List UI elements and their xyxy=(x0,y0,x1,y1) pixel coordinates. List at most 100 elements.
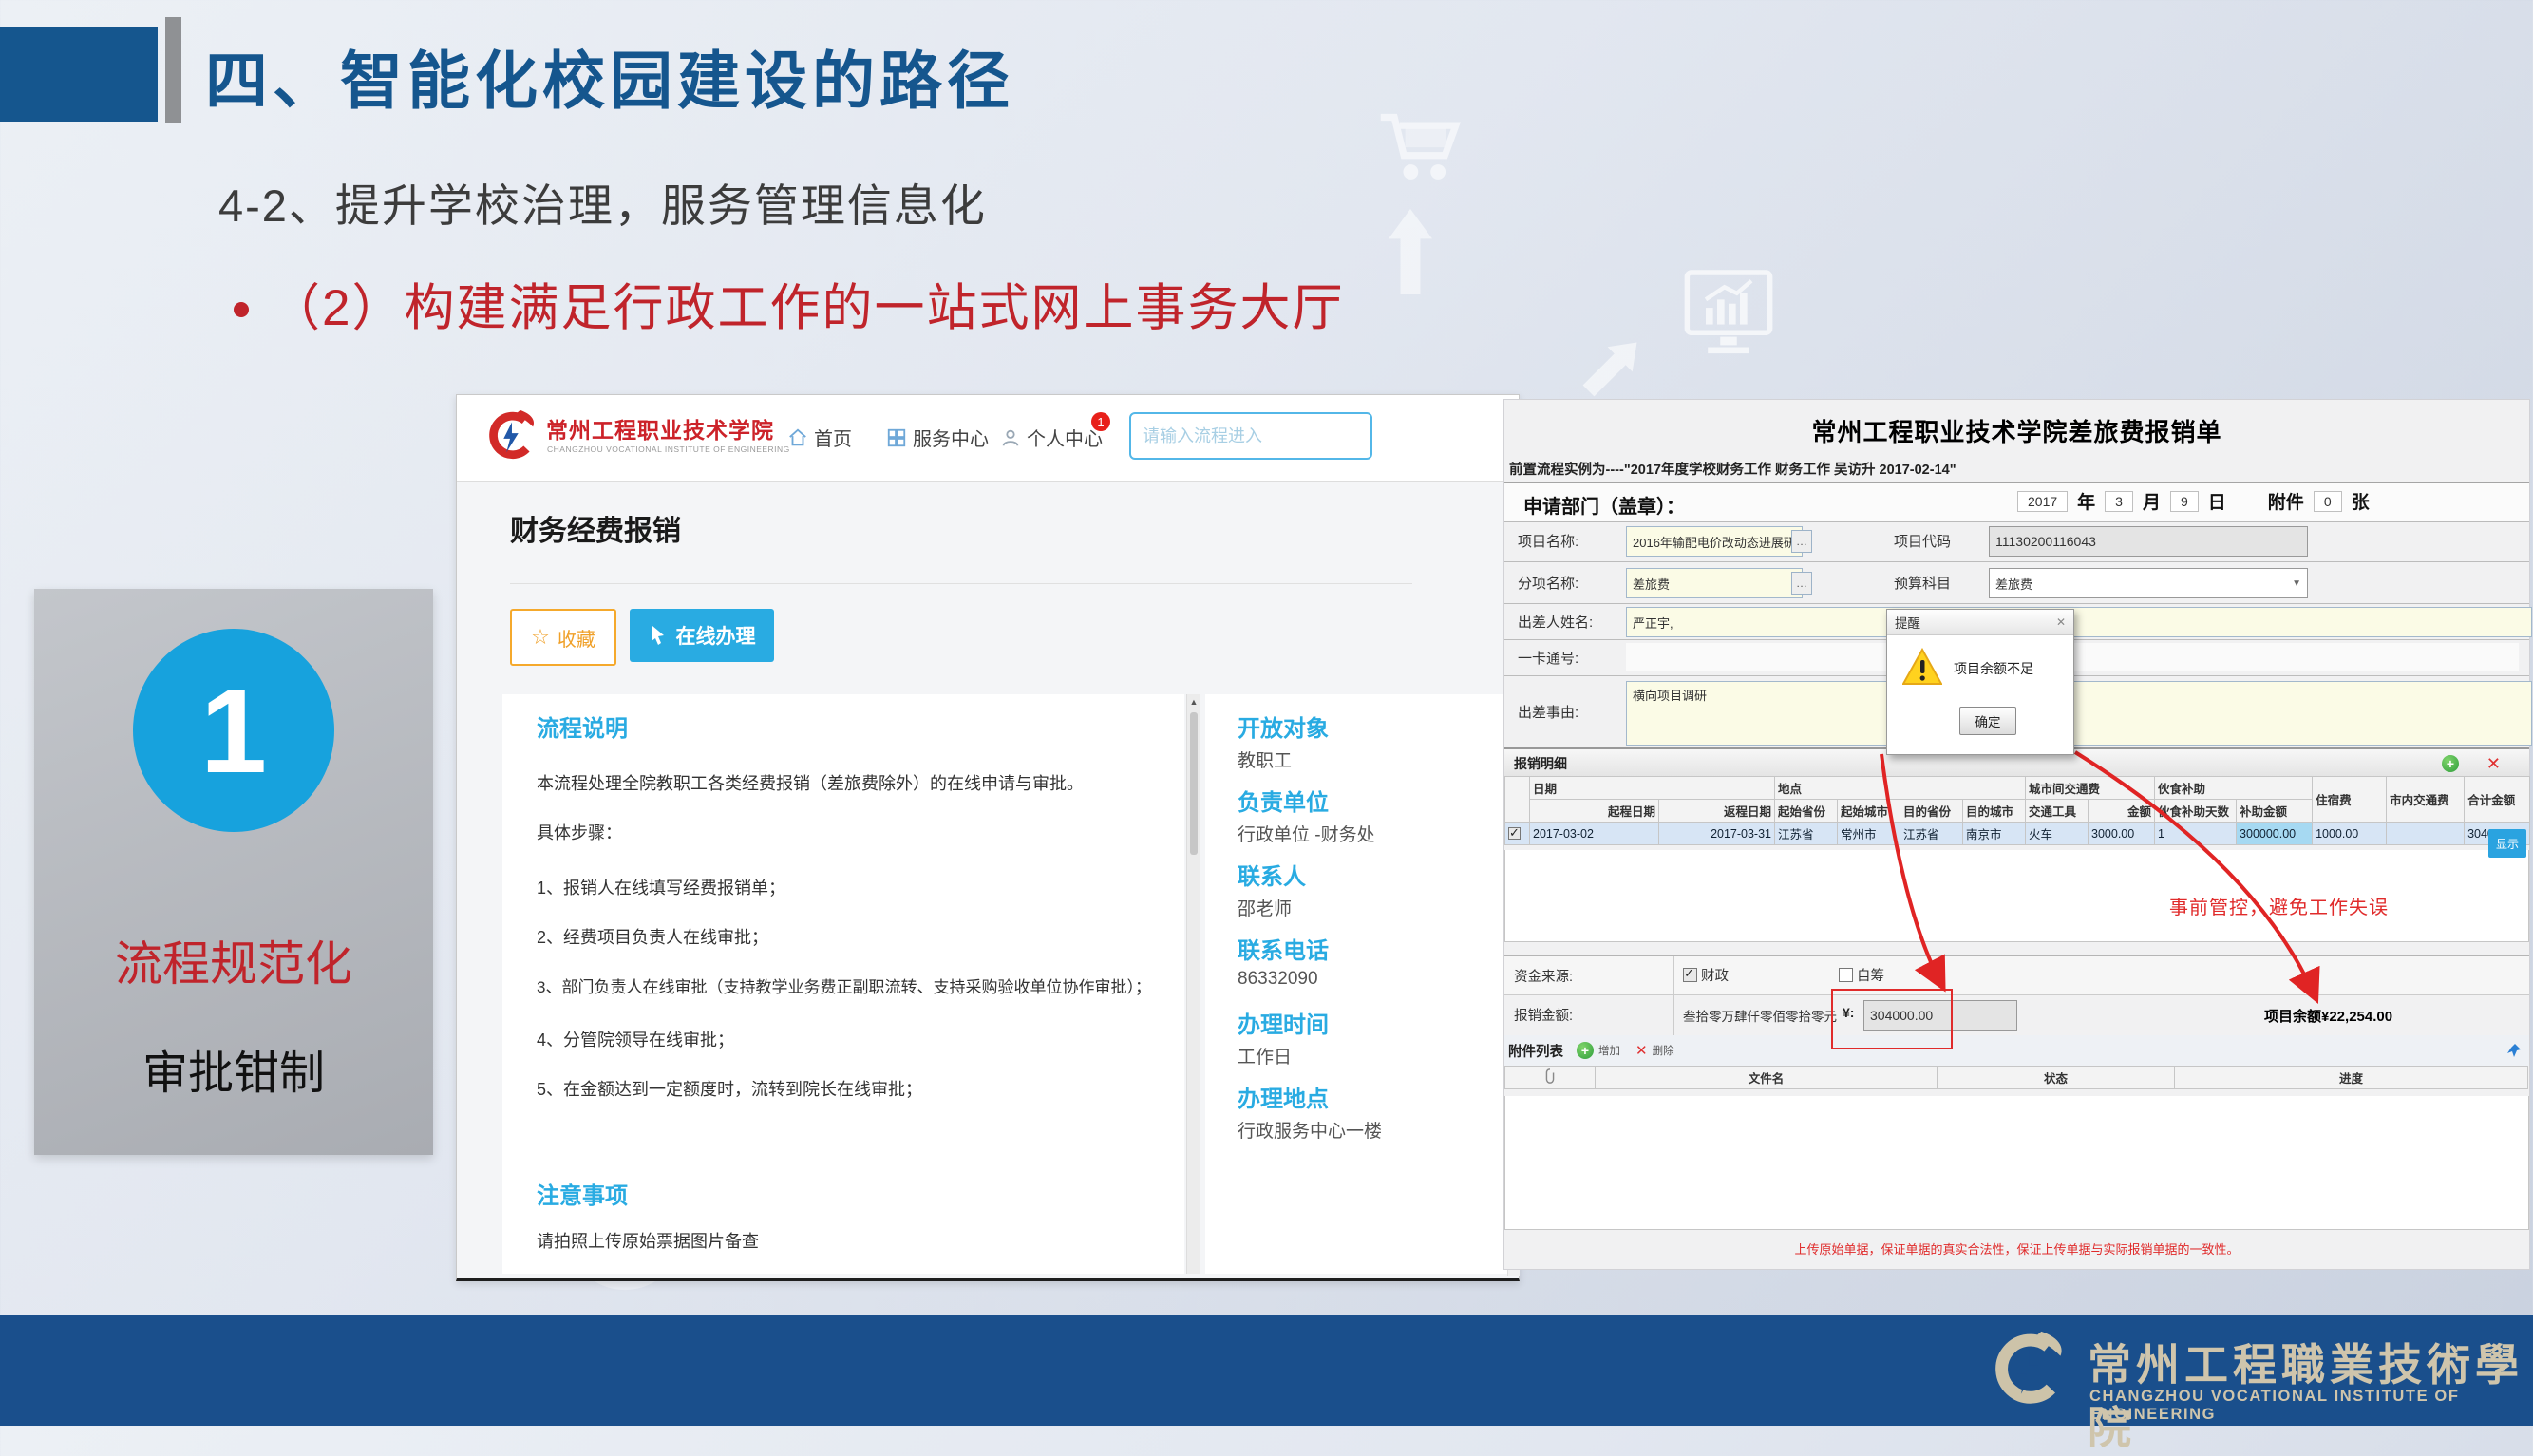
pin-icon[interactable] xyxy=(2506,1043,2522,1058)
dropdown-icon[interactable]: ▼ xyxy=(2292,578,2301,589)
budget-value: 差旅费 xyxy=(1995,575,2032,593)
project-code-field[interactable]: 11130200116043 xyxy=(1989,526,2308,557)
project-name-field[interactable]: 2016年输配电价改动态进展研究 xyxy=(1626,526,1803,557)
slide-footer: 常州工程職業技術學院 CHANGZHOU VOCATIONAL INSTITUT… xyxy=(0,1315,2533,1426)
traveler-label: 出差人姓名: xyxy=(1518,612,1593,632)
nav-personal-center[interactable]: 个人中心 xyxy=(1000,424,1103,451)
nav-home-label: 首页 xyxy=(814,424,852,451)
month-label: 月 xyxy=(2143,488,2161,514)
attachment-add-icon[interactable]: + xyxy=(1577,1042,1594,1059)
attach-count: 0 xyxy=(2314,491,2342,512)
info-value-contact: 邵老师 xyxy=(1238,895,1292,920)
process-panel: 流程说明 本流程处理全院教职工各类经费报销（差旅费除外）的在线申请与审批。 具体… xyxy=(502,694,1184,1274)
info-label-place: 办理地点 xyxy=(1238,1080,1329,1113)
popup-message: 项目余额不足 xyxy=(1954,659,2033,678)
col-city-transport: 市内交通费 xyxy=(2387,777,2465,823)
step-number: 1 xyxy=(200,662,267,800)
self-checkbox[interactable] xyxy=(1839,968,1853,982)
funding-label: 资金来源: xyxy=(1514,966,1573,986)
row-sub-name: 分项名称: 差旅费 … 预算科目 差旅费 ▼ xyxy=(1504,561,2529,604)
nav-service-label: 服务中心 xyxy=(913,424,989,451)
year-value: 2017 xyxy=(2017,491,2068,512)
info-value-open-to: 教职工 xyxy=(1238,747,1292,772)
sub-name-value: 差旅费 xyxy=(1633,575,1670,593)
scrollbar-thumb[interactable] xyxy=(1190,712,1198,855)
slide-subtitle: 4-2、提升学校治理，服务管理信息化 xyxy=(218,169,987,235)
popup-title: 提醒 xyxy=(1895,613,1920,632)
search-input[interactable] xyxy=(1131,426,1363,446)
attachment-delete-label[interactable]: 删除 xyxy=(1653,1043,1674,1058)
project-code-label: 项目代码 xyxy=(1894,531,1951,551)
cell-to-province: 江苏省 xyxy=(1900,823,1963,845)
step-label-2: 审批钳制 xyxy=(34,1035,433,1102)
attach-unit: 张 xyxy=(2352,488,2370,514)
attach-label: 附件 xyxy=(2268,488,2304,514)
portal-page-title: 财务经费报销 xyxy=(510,507,681,549)
notification-badge[interactable]: 1 xyxy=(1091,412,1110,431)
sub-name-label: 分项名称: xyxy=(1518,573,1578,593)
funding-option-self[interactable]: 自筹 xyxy=(1839,965,1884,985)
row-checkbox[interactable] xyxy=(1508,827,1521,840)
online-label: 在线办理 xyxy=(676,621,756,650)
amount-divider xyxy=(1673,993,1674,1035)
attachment-delete-icon[interactable]: ✕ xyxy=(1635,1042,1648,1059)
col-depart-date: 起程日期 xyxy=(1530,800,1659,823)
row-checkbox-cell[interactable] xyxy=(1505,823,1530,845)
reason-field[interactable]: 横向项目调研 xyxy=(1626,681,2532,746)
monitor-chart-icon xyxy=(1683,268,1774,369)
panel-scrollbar[interactable]: ▲ xyxy=(1186,694,1200,1274)
group-transport: 城市间交通费 xyxy=(2026,777,2155,800)
project-balance: 项目余额¥22,254.00 xyxy=(2264,1006,2392,1026)
diagonal-arrow-icon xyxy=(1578,332,1647,401)
funding-divider xyxy=(1673,956,1674,994)
up-arrow-icon xyxy=(1389,209,1432,294)
col-meal-subsidy: 补助金额 xyxy=(2237,800,2313,823)
col-return-date: 返程日期 xyxy=(1659,800,1775,823)
popup-title-bar: 提醒 ✕ xyxy=(1887,610,2073,635)
attachment-add-label[interactable]: 增加 xyxy=(1598,1043,1620,1058)
cell-amount: 3000.00 xyxy=(2089,823,2155,845)
close-icon[interactable]: ✕ xyxy=(2056,615,2066,629)
nav-service-center[interactable]: 服务中心 xyxy=(886,424,989,451)
sub-name-picker-button[interactable]: … xyxy=(1791,572,1812,595)
nav-home[interactable]: 首页 xyxy=(787,424,852,451)
cart-icon xyxy=(1375,106,1463,194)
day-value: 9 xyxy=(2170,491,2199,512)
favorite-button[interactable]: ☆ 收藏 xyxy=(510,609,616,666)
cell-hotel: 1000.00 xyxy=(2313,823,2387,845)
col-amount: 金额 xyxy=(2089,800,2155,823)
footer-school-name-en: CHANGZHOU VOCATIONAL INSTITUTE OF ENGINE… xyxy=(2089,1388,2533,1424)
budget-field[interactable]: 差旅费 ▼ xyxy=(1989,568,2308,598)
project-name-value: 2016年输配电价改动态进展研究 xyxy=(1633,533,1796,551)
process-step-4: 4、分管院领导在线审批； xyxy=(537,1027,1163,1051)
traveler-value: 严正宇, xyxy=(1633,614,1673,632)
amount-row: 报销金额: 叁拾零万肆仟零佰零拾零元 ¥: 304000.00 项目余额¥22,… xyxy=(1504,993,2529,1036)
budget-label: 预算科目 xyxy=(1894,573,1951,593)
project-name-picker-button[interactable]: … xyxy=(1791,530,1812,553)
finance-checkbox[interactable] xyxy=(1683,968,1697,982)
attachment-col-filename: 文件名 xyxy=(1596,1067,1938,1089)
attachments-table: 文件名 状态 进度 xyxy=(1504,1066,2528,1089)
detail-table: 日期 地点 城市间交通费 伙食补助 住宿费 市内交通费 合计金额 起程日期 返程… xyxy=(1504,776,2530,845)
warning-icon xyxy=(1902,648,1942,686)
scroll-up-icon[interactable]: ▲ xyxy=(1187,697,1200,707)
popup-ok-button[interactable]: 确定 xyxy=(1959,707,2016,735)
cell-depart-date: 2017-03-02 xyxy=(1530,823,1659,845)
reason-value: 横向项目调研 xyxy=(1633,686,1707,704)
cell-meal-days: 1 xyxy=(2155,823,2237,845)
sub-name-field[interactable]: 差旅费 xyxy=(1626,568,1803,598)
title-divider xyxy=(510,583,1412,584)
traveler-field[interactable]: 严正宇, xyxy=(1626,607,2532,637)
online-handle-button[interactable]: 在线办理 xyxy=(630,609,774,662)
funding-option-finance[interactable]: 财政 xyxy=(1683,965,1729,985)
add-row-icon[interactable]: + xyxy=(2442,755,2459,772)
detail-table-row[interactable]: 2017-03-02 2017-03-31 江苏省 常州市 江苏省 南京市 火车… xyxy=(1505,823,2530,845)
show-badge[interactable]: 显示 xyxy=(2488,829,2526,858)
process-step-2: 2、经费项目负责人在线审批； xyxy=(537,924,1163,949)
pre-process-line: 前置流程实例为----"2017年度学校财务工作 财务工作 吴访升 2017-0… xyxy=(1509,459,1956,479)
person-icon xyxy=(1000,427,1021,448)
grid-icon xyxy=(886,427,907,448)
cursor-icon xyxy=(649,625,668,646)
footer-logo-icon xyxy=(1987,1327,2069,1412)
delete-row-icon[interactable]: ✕ xyxy=(2486,754,2501,774)
